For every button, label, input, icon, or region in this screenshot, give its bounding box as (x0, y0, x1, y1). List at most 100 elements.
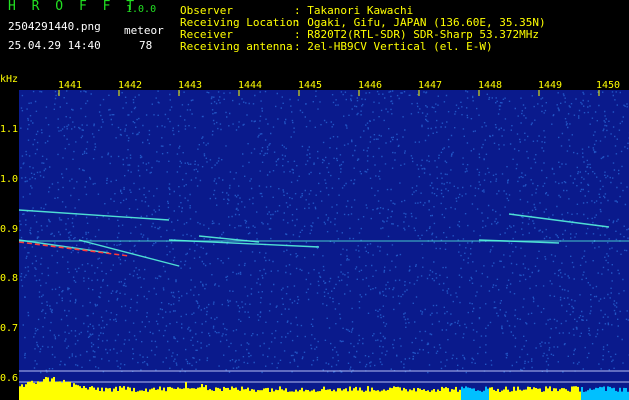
level-bar (233, 388, 235, 400)
level-bar (237, 389, 239, 400)
level-bar (341, 390, 343, 400)
level-bar (395, 387, 397, 400)
level-bar (163, 387, 165, 400)
level-bar (525, 389, 527, 400)
level-bar (559, 389, 561, 400)
level-bar (615, 390, 617, 400)
level-bar (487, 388, 489, 400)
level-bar (333, 389, 335, 400)
level-bar (171, 387, 173, 400)
level-bar (231, 386, 233, 400)
level-bar (465, 386, 467, 400)
level-bar (431, 390, 433, 400)
level-bar (419, 388, 421, 400)
level-bar (409, 389, 411, 400)
level-bar (307, 390, 309, 400)
level-bar (475, 391, 477, 400)
level-bar (131, 391, 133, 400)
level-bar (269, 392, 271, 400)
level-bar (149, 389, 151, 400)
level-bar (591, 389, 593, 400)
level-bar (137, 391, 139, 400)
filename-label: 2504291440.png (8, 20, 101, 33)
y-tick: 1.1 (0, 124, 19, 135)
level-bar (407, 391, 409, 400)
level-bar (493, 389, 495, 400)
level-bar (107, 388, 109, 400)
level-bar (399, 387, 401, 400)
level-bar (135, 391, 137, 400)
level-bar (325, 389, 327, 400)
meteor-count: 78 (139, 39, 153, 52)
level-bar (187, 388, 189, 400)
level-bar (403, 387, 405, 400)
level-bar (323, 386, 325, 400)
level-bar (317, 391, 319, 400)
level-bar (433, 389, 435, 400)
level-bar (541, 391, 543, 400)
level-bar (483, 390, 485, 400)
level-bar (517, 386, 519, 400)
level-bar (275, 389, 277, 400)
level-bar (589, 388, 591, 400)
app-version: 1.0.0 (126, 4, 157, 15)
level-bar (81, 388, 83, 400)
level-bar (133, 387, 135, 400)
level-bar (429, 391, 431, 400)
level-bar (529, 387, 531, 400)
level-bar (261, 390, 263, 400)
level-bar (521, 390, 523, 400)
level-bar (263, 388, 265, 400)
level-bar (215, 387, 217, 400)
level-bar (99, 391, 101, 400)
level-bar (105, 387, 107, 400)
level-bar (551, 391, 553, 400)
level-bar (379, 391, 381, 400)
level-bar (547, 388, 549, 400)
level-bar (373, 390, 375, 400)
level-bar (461, 386, 463, 400)
level-bar (509, 391, 511, 400)
level-bar (353, 388, 355, 400)
level-bar (467, 387, 469, 400)
level-bar (41, 381, 43, 400)
level-bar (293, 391, 295, 400)
level-bar (93, 387, 95, 400)
level-bar (499, 392, 501, 400)
level-bar (117, 391, 119, 400)
level-bar (191, 388, 193, 400)
level-bar (447, 388, 449, 400)
level-bar (599, 386, 601, 400)
level-bar (179, 388, 181, 400)
level-bar (297, 391, 299, 400)
level-bar (523, 389, 525, 400)
level-bar (437, 389, 439, 400)
level-bar (315, 391, 317, 400)
level-bar (415, 391, 417, 400)
level-bar (539, 388, 541, 400)
level-bar (299, 389, 301, 400)
level-bar (515, 390, 517, 400)
level-bar (495, 391, 497, 400)
level-bar (211, 390, 213, 400)
level-bar (607, 386, 609, 400)
y-tick: 0.6 (0, 373, 19, 384)
level-bar (445, 387, 447, 400)
level-bar (405, 389, 407, 400)
level-bar (43, 379, 45, 400)
level-bar (37, 381, 39, 400)
level-bar (47, 377, 49, 400)
level-bar (621, 391, 623, 400)
level-bar (281, 389, 283, 400)
level-bar (45, 377, 47, 400)
level-bar (553, 388, 555, 400)
level-bar (35, 383, 37, 400)
timestamp-label: 25.04.29 14:40 (8, 39, 101, 52)
level-bar (271, 388, 273, 400)
level-bar (173, 388, 175, 400)
level-bar (625, 388, 627, 400)
level-bar (321, 389, 323, 400)
level-bar (597, 388, 599, 400)
level-bar (411, 390, 413, 400)
level-bar (83, 386, 85, 400)
